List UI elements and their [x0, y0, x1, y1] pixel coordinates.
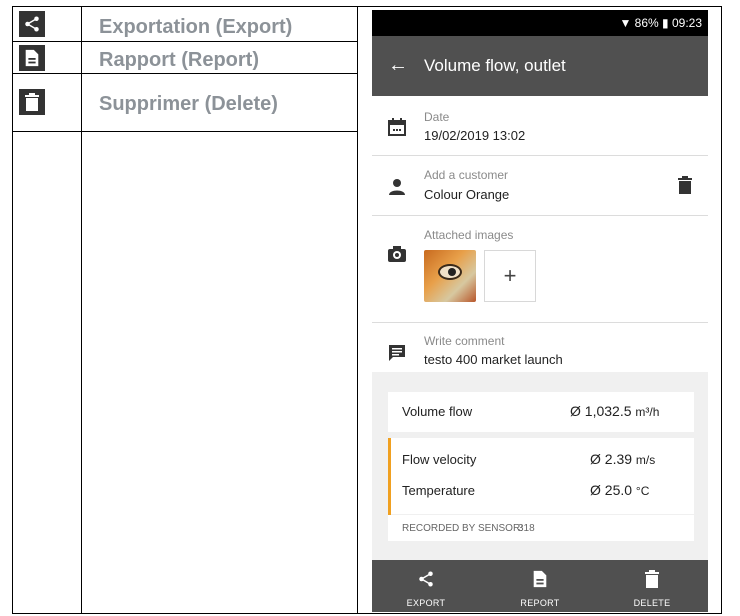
customer-value[interactable]: Colour Orange: [424, 187, 509, 202]
pupil: [448, 268, 456, 276]
trash-icon: [643, 570, 661, 588]
temperature-label: Temperature: [402, 483, 475, 498]
comment-value[interactable]: testo 400 market launch: [424, 352, 563, 367]
page-title: Volume flow, outlet: [424, 56, 566, 75]
eye-graphic: [438, 264, 462, 280]
export-label: EXPORT: [406, 598, 446, 608]
comment-label: Write comment: [424, 334, 505, 348]
divider: [372, 155, 708, 156]
legend-report-label: Rapport (Report): [99, 49, 259, 71]
trash-icon: [19, 89, 45, 115]
volume-flow-card[interactable]: Volume flow Ø 1,032.5 m³/h: [388, 392, 694, 432]
share-icon: [19, 11, 45, 37]
volume-flow-label: Volume flow: [402, 404, 473, 419]
divider: [372, 215, 708, 216]
temperature-value: Ø 25.0 °C: [590, 482, 650, 498]
report-button[interactable]: REPORT: [500, 560, 580, 612]
flow-velocity-label: Flow velocity: [402, 452, 477, 467]
report-icon: [531, 570, 549, 588]
legend-export-label: Exportation (Export): [99, 16, 293, 38]
share-icon: [417, 570, 435, 588]
comment-icon: [388, 344, 408, 364]
calendar-icon: [388, 118, 408, 138]
volume-flow-value: Ø 1,032.5 m³/h: [570, 403, 660, 419]
back-arrow-icon[interactable]: ←: [388, 54, 408, 77]
legend-delete-label: Supprimer (Delete): [99, 93, 278, 115]
status-text: ▼ 86% ▮ 09:23: [619, 16, 702, 30]
customer-label: Add a customer: [424, 168, 509, 182]
add-image-button[interactable]: +: [484, 250, 536, 302]
column-divider: [357, 7, 358, 613]
date-value[interactable]: 19/02/2019 13:02: [424, 128, 525, 143]
attached-image-thumbnail[interactable]: [424, 250, 476, 302]
flow-measurement-card[interactable]: Flow velocity Ø 2.39 m/s Temperature Ø 2…: [388, 438, 694, 540]
date-label: Date: [424, 110, 450, 124]
delete-button[interactable]: DELETE: [612, 560, 692, 612]
row-divider: [13, 73, 357, 74]
delete-label: DELETE: [633, 598, 671, 608]
report-icon: [19, 45, 45, 71]
report-label: REPORT: [520, 598, 560, 608]
bottom-action-bar: EXPORT REPORT DELETE: [372, 560, 708, 612]
row-divider: [13, 41, 357, 42]
divider: [372, 322, 708, 323]
sensor-card: RECORDED BY SENSOR: 318: [388, 515, 694, 541]
sensor-label: RECORDED BY SENSOR:: [402, 523, 523, 534]
details-card: Date 19/02/2019 13:02 Add a customer Col…: [372, 96, 708, 372]
app-bar: ← Volume flow, outlet: [372, 36, 708, 96]
column-divider: [81, 7, 82, 613]
trash-icon[interactable]: [678, 176, 698, 196]
phone-screen: ▼ 86% ▮ 09:23 ← Volume flow, outlet Date…: [372, 10, 708, 612]
row-divider: [13, 131, 357, 132]
flow-velocity-value: Ø 2.39 m/s: [590, 451, 656, 467]
status-bar: ▼ 86% ▮ 09:23: [372, 10, 708, 36]
sensor-value: 318: [518, 523, 535, 534]
images-label: Attached images: [424, 228, 514, 242]
camera-icon: [388, 246, 408, 266]
export-button[interactable]: EXPORT: [386, 560, 466, 612]
person-icon: [388, 178, 408, 198]
